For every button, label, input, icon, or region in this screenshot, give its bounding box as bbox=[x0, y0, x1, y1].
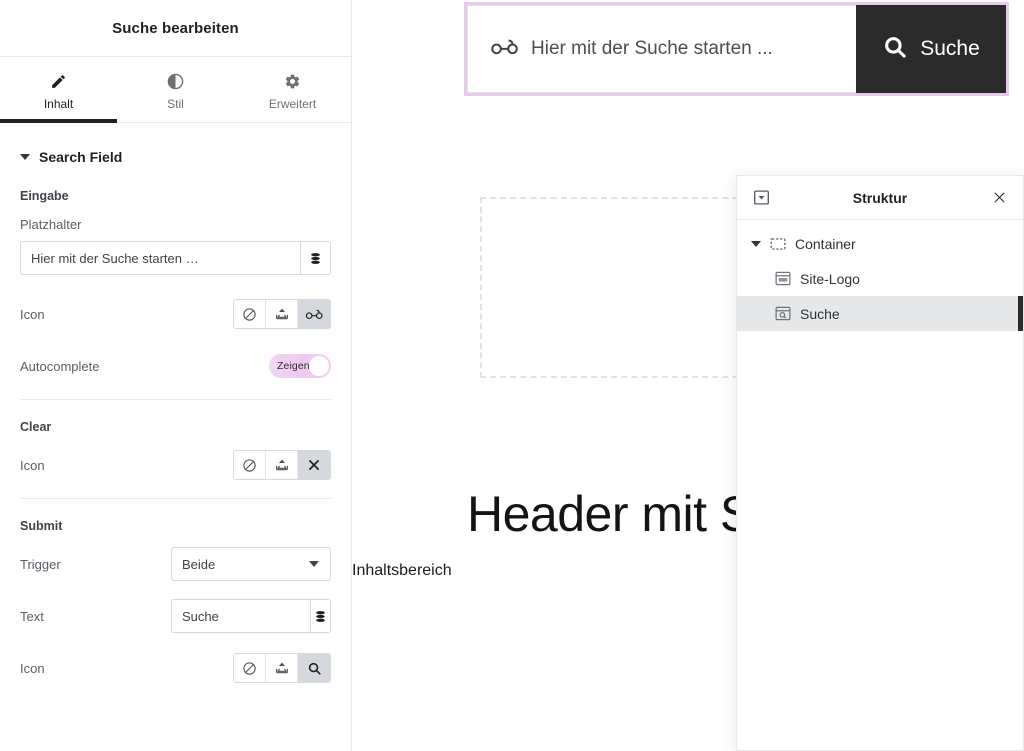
panel-body: Search Field Eingabe Platzhalter Icon bbox=[0, 123, 351, 685]
panel-header: Suche bearbeiten bbox=[0, 0, 351, 57]
site-logo-icon bbox=[775, 271, 791, 286]
search-form: Hier mit der Suche starten ... Suche bbox=[467, 5, 1006, 93]
tree-item-site-logo[interactable]: Site-Logo bbox=[737, 261, 1023, 296]
navigator-tree: Container Site-Logo Suche bbox=[737, 220, 1023, 331]
autocomplete-row: Autocomplete Zeigen bbox=[20, 349, 331, 383]
chevron-down-icon[interactable] bbox=[751, 240, 761, 247]
clear-icon-label: Icon bbox=[20, 457, 45, 473]
chevron-down-icon bbox=[20, 154, 30, 160]
platzhalter-input[interactable] bbox=[20, 241, 300, 275]
submit-icon-label: Icon bbox=[20, 660, 45, 676]
section-search-field-title: Search Field bbox=[39, 149, 123, 165]
close-icon[interactable] bbox=[988, 187, 1010, 209]
trigger-selected-value: Beide bbox=[182, 556, 216, 572]
chevron-down-icon bbox=[309, 561, 319, 567]
upload-icon[interactable] bbox=[266, 654, 298, 682]
trigger-select[interactable]: Beide bbox=[171, 547, 331, 581]
autocomplete-toggle[interactable]: Zeigen bbox=[269, 354, 331, 378]
submit-text-row: Text bbox=[20, 599, 331, 633]
toggle-knob bbox=[309, 356, 329, 376]
page-title: Suche bearbeiten bbox=[112, 19, 239, 37]
glasses-icon bbox=[490, 37, 520, 62]
upload-icon[interactable] bbox=[266, 300, 298, 328]
navigator-title: Struktur bbox=[852, 189, 908, 206]
search-placeholder-text: Hier mit der Suche starten ... bbox=[531, 38, 773, 59]
eingabe-icon-label: Icon bbox=[20, 306, 45, 322]
group-label-clear: Clear bbox=[20, 420, 52, 434]
trigger-row: Trigger Beide bbox=[20, 547, 331, 581]
eingabe-icon-segmented bbox=[233, 299, 331, 329]
tree-item-site-logo-label: Site-Logo bbox=[800, 270, 860, 287]
editor-panel: Suche bearbeiten Inhalt Stil Erweitert S… bbox=[0, 0, 352, 751]
submit-text-input[interactable] bbox=[171, 599, 310, 633]
submit-icon-segmented bbox=[233, 653, 331, 683]
upload-icon[interactable] bbox=[266, 451, 298, 479]
search-submit-label: Suche bbox=[920, 37, 980, 60]
autocomplete-state-label: Zeigen bbox=[277, 360, 310, 372]
canvas-subtext: Inhaltsbereich bbox=[352, 562, 452, 579]
search-widget-icon bbox=[775, 306, 791, 321]
submit-text-label: Text bbox=[20, 608, 44, 624]
trigger-label: Trigger bbox=[20, 556, 61, 572]
pencil-icon bbox=[50, 72, 67, 90]
search-icon bbox=[882, 34, 908, 65]
tab-stil-label: Stil bbox=[167, 97, 184, 111]
submit-icon-row: Icon bbox=[20, 651, 331, 685]
group-label-submit: Submit bbox=[20, 519, 63, 533]
container-icon bbox=[770, 237, 786, 251]
search-submit-button[interactable]: Suche bbox=[856, 5, 1006, 93]
tab-erweitert-label: Erweitert bbox=[268, 97, 317, 111]
none-icon[interactable] bbox=[234, 300, 266, 328]
autocomplete-label: Autocomplete bbox=[20, 358, 100, 374]
tree-item-suche[interactable]: Suche bbox=[737, 296, 1023, 331]
none-icon[interactable] bbox=[234, 654, 266, 682]
dock-down-icon[interactable] bbox=[750, 187, 772, 209]
tree-item-suche-label: Suche bbox=[800, 305, 840, 322]
tab-inhalt-label: Inhalt bbox=[43, 97, 74, 111]
tab-inhalt[interactable]: Inhalt bbox=[0, 57, 117, 123]
platzhalter-field-group bbox=[20, 241, 331, 275]
editor-app: Suche bearbeiten Inhalt Stil Erweitert S… bbox=[0, 0, 1024, 751]
canvas-heading: Header mit S bbox=[467, 486, 753, 542]
contrast-icon bbox=[167, 72, 184, 90]
submit-text-dynamic-button[interactable] bbox=[309, 599, 331, 633]
clear-icon-segmented bbox=[233, 450, 331, 480]
tab-erweitert[interactable]: Erweitert bbox=[234, 57, 351, 122]
search-input-area[interactable]: Hier mit der Suche starten ... bbox=[467, 5, 856, 93]
platzhalter-dynamic-button[interactable] bbox=[300, 241, 331, 275]
search-widget-selected[interactable]: Hier mit der Suche starten ... Suche bbox=[464, 2, 1009, 96]
clear-icon-row: Icon bbox=[20, 448, 331, 482]
search-icon[interactable] bbox=[298, 654, 330, 682]
section-search-field-toggle[interactable]: Search Field bbox=[20, 123, 331, 183]
tree-item-container[interactable]: Container bbox=[737, 226, 1023, 261]
panel-tabs: Inhalt Stil Erweitert bbox=[0, 57, 351, 123]
tree-item-container-label: Container bbox=[795, 235, 856, 252]
eingabe-icon-row: Icon bbox=[20, 297, 331, 331]
tab-stil[interactable]: Stil bbox=[117, 57, 234, 122]
submit-text-field-group bbox=[171, 599, 331, 633]
none-icon[interactable] bbox=[234, 451, 266, 479]
structure-navigator-panel: Struktur Container Site-Logo Suche bbox=[736, 175, 1024, 751]
group-label-eingabe: Eingabe bbox=[20, 189, 69, 203]
divider-submit bbox=[20, 498, 331, 499]
glasses-icon[interactable] bbox=[298, 300, 330, 328]
platzhalter-label: Platzhalter bbox=[20, 217, 82, 232]
navigator-header: Struktur bbox=[737, 176, 1023, 220]
divider-clear bbox=[20, 399, 331, 400]
gear-icon bbox=[284, 72, 301, 90]
close-x-icon[interactable] bbox=[298, 451, 330, 479]
